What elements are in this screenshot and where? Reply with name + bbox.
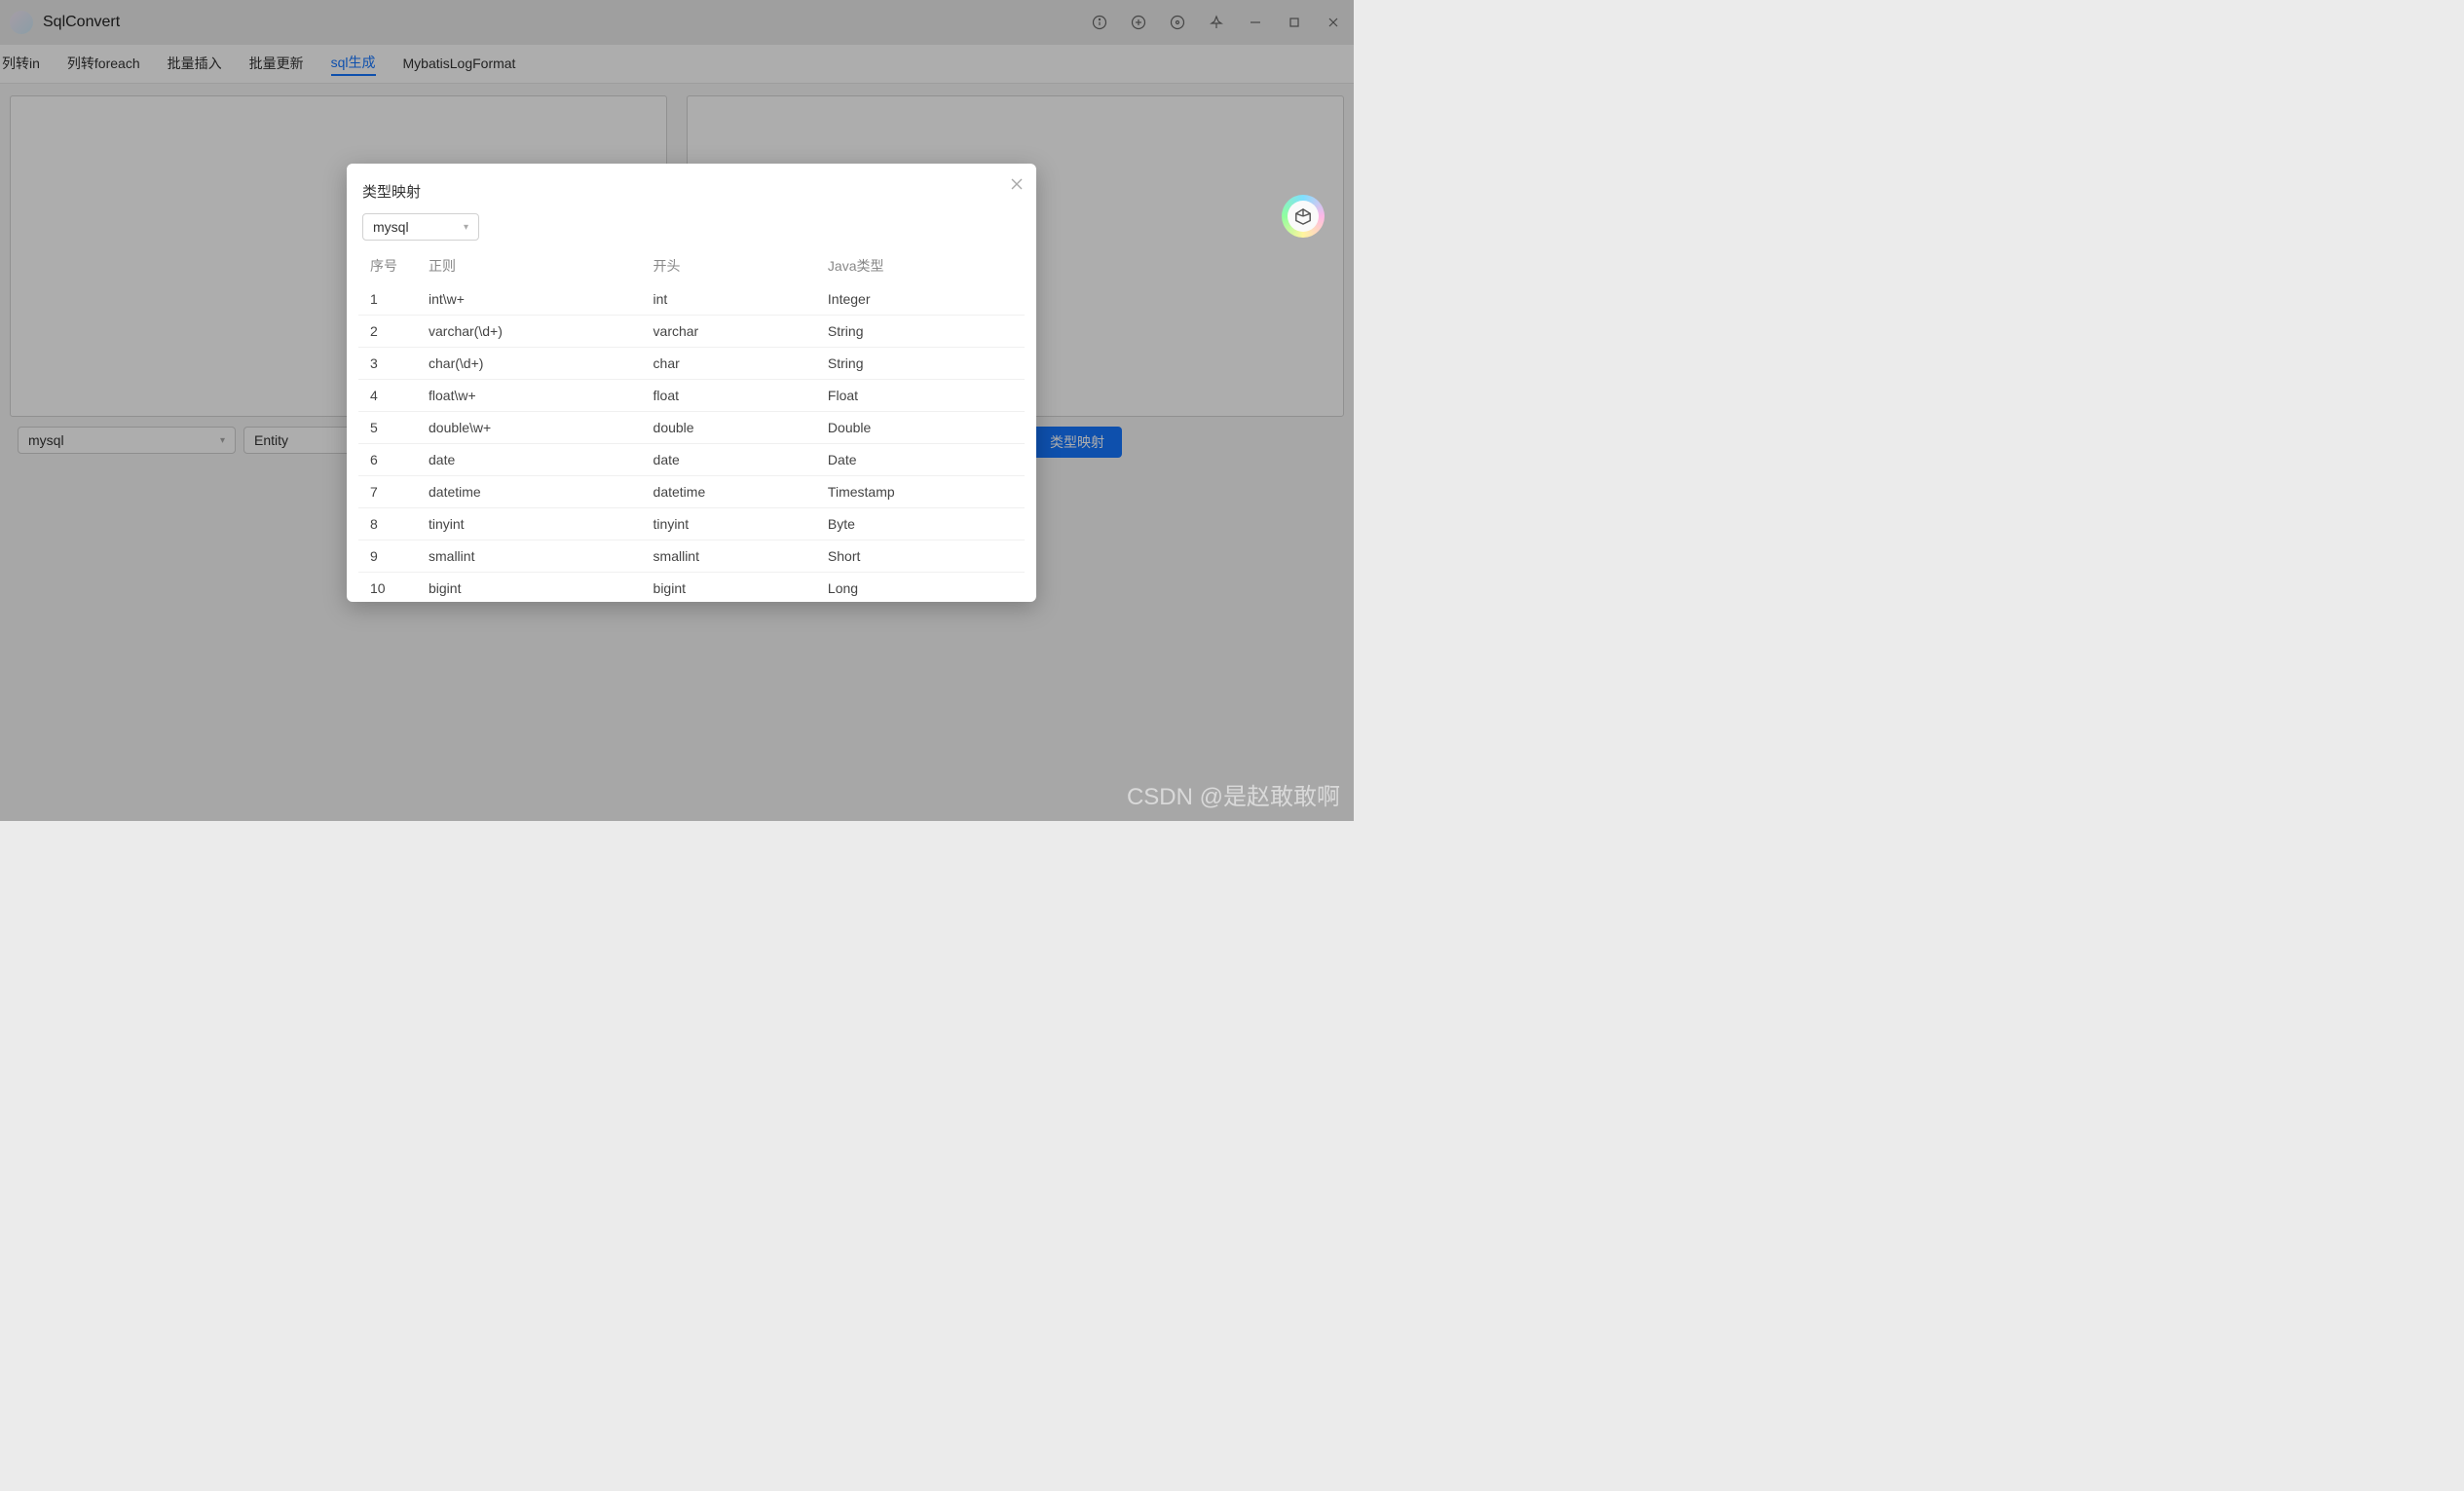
cell-prefix: varchar: [642, 316, 816, 348]
cell-prefix: double: [642, 412, 816, 444]
cell-javaType: Double: [816, 412, 1025, 444]
cell-javaType: Timestamp: [816, 476, 1025, 508]
cell-prefix: char: [642, 348, 816, 380]
cell-regex: float\w+: [417, 380, 642, 412]
col-seq-header: 序号: [358, 248, 417, 283]
cell-seq: 9: [358, 540, 417, 573]
cell-prefix: int: [642, 283, 816, 316]
cell-regex: int\w+: [417, 283, 642, 316]
cell-javaType: String: [816, 316, 1025, 348]
cell-prefix: bigint: [642, 573, 816, 605]
table-row[interactable]: 9smallintsmallintShort: [358, 540, 1025, 573]
col-javatype-header: Java类型: [816, 248, 1025, 283]
cell-regex: varchar(\d+): [417, 316, 642, 348]
cell-seq: 8: [358, 508, 417, 540]
cell-seq: 7: [358, 476, 417, 508]
chevron-down-icon: ▾: [464, 222, 468, 233]
cell-regex: bigint: [417, 573, 642, 605]
cell-regex: date: [417, 444, 642, 476]
table-row[interactable]: 5double\w+doubleDouble: [358, 412, 1025, 444]
table-row[interactable]: 7datetimedatetimeTimestamp: [358, 476, 1025, 508]
table-row[interactable]: 10bigintbigintLong: [358, 573, 1025, 605]
cell-javaType: Date: [816, 444, 1025, 476]
cell-seq: 2: [358, 316, 417, 348]
assistant-orb-icon[interactable]: [1282, 195, 1325, 238]
cell-regex: tinyint: [417, 508, 642, 540]
cell-regex: datetime: [417, 476, 642, 508]
table-row[interactable]: 1int\w+intInteger: [358, 283, 1025, 316]
modal-title: 类型映射: [358, 181, 1025, 202]
modal-db-type-select[interactable]: mysql ▾: [362, 213, 479, 241]
cell-javaType: String: [816, 348, 1025, 380]
table-row[interactable]: 2varchar(\d+)varcharString: [358, 316, 1025, 348]
cell-prefix: tinyint: [642, 508, 816, 540]
cell-prefix: float: [642, 380, 816, 412]
cell-prefix: date: [642, 444, 816, 476]
cell-seq: 10: [358, 573, 417, 605]
modal-db-type-value: mysql: [373, 219, 409, 235]
modal-close-button[interactable]: [1011, 177, 1023, 193]
cell-regex: smallint: [417, 540, 642, 573]
cell-javaType: Long: [816, 573, 1025, 605]
cell-prefix: datetime: [642, 476, 816, 508]
col-regex-header: 正则: [417, 248, 642, 283]
col-prefix-header: 开头: [642, 248, 816, 283]
cell-javaType: Byte: [816, 508, 1025, 540]
cell-seq: 6: [358, 444, 417, 476]
cell-javaType: Short: [816, 540, 1025, 573]
cell-regex: double\w+: [417, 412, 642, 444]
cell-seq: 1: [358, 283, 417, 316]
cell-regex: char(\d+): [417, 348, 642, 380]
cell-seq: 4: [358, 380, 417, 412]
table-row[interactable]: 4float\w+floatFloat: [358, 380, 1025, 412]
type-mapping-modal: 类型映射 mysql ▾ 序号 正则 开头 Java类型 1int\w+intI…: [347, 164, 1036, 602]
cell-javaType: Integer: [816, 283, 1025, 316]
table-header-row: 序号 正则 开头 Java类型: [358, 248, 1025, 283]
type-mapping-table: 序号 正则 开头 Java类型 1int\w+intInteger2varcha…: [358, 248, 1025, 604]
cell-seq: 5: [358, 412, 417, 444]
cell-javaType: Float: [816, 380, 1025, 412]
cell-seq: 3: [358, 348, 417, 380]
table-row[interactable]: 3char(\d+)charString: [358, 348, 1025, 380]
table-row[interactable]: 6datedateDate: [358, 444, 1025, 476]
cell-prefix: smallint: [642, 540, 816, 573]
table-row[interactable]: 8tinyinttinyintByte: [358, 508, 1025, 540]
